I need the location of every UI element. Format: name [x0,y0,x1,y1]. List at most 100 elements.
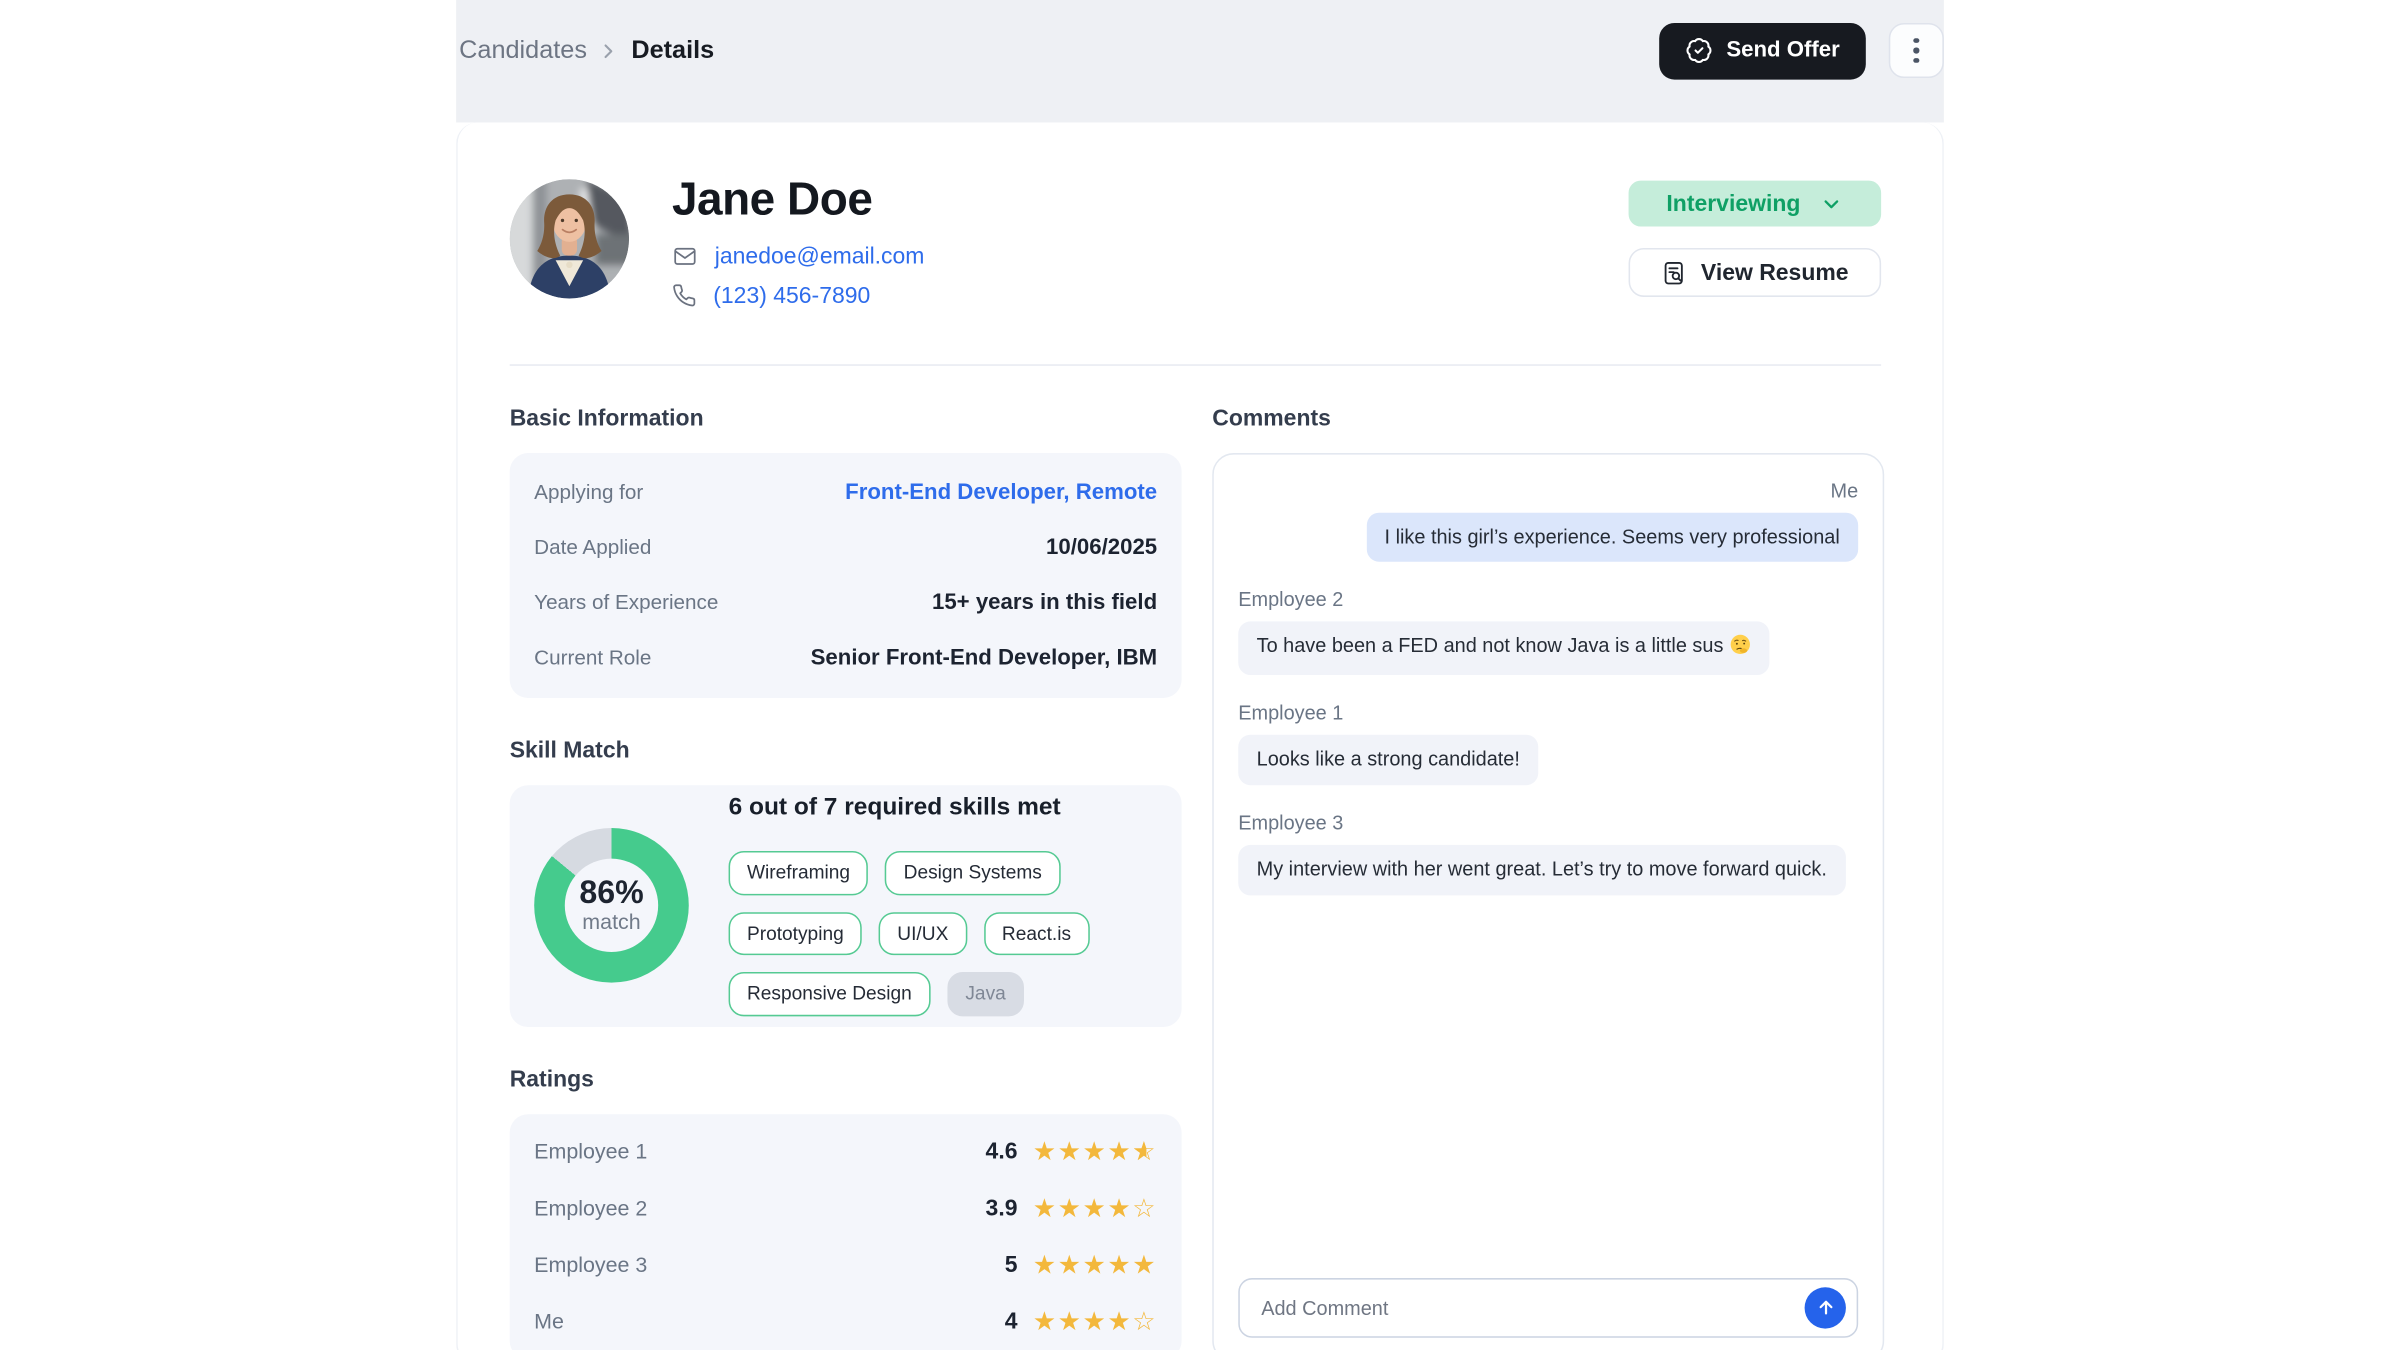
star-full-icon: ★ [1033,1250,1058,1279]
basic-info-panel: Applying for Front-End Developer, Remote… [510,452,1182,697]
rating-rater: Employee 3 [534,1252,959,1276]
skill-chip: Responsive Design [729,972,931,1015]
view-resume-button[interactable]: View Resume [1629,248,1882,297]
rating-rater: Me [534,1309,959,1333]
star-empty-icon: ☆ [1132,1193,1157,1222]
breadcrumb: Candidates Details [456,36,714,65]
comment-bubble: I like this girl’s experience. Seems ver… [1366,512,1858,562]
profile-actions: Interviewing View Resume [1629,181,1882,297]
basic-info-title: Basic Information [510,405,1182,431]
ratings-rows: Employee 14.6★★★★☆★Employee 23.9★★★★☆Emp… [510,1114,1182,1350]
candidate-card: Jane Doe janedoe@email.com (123) 456-789… [456,122,1944,1350]
comment-bubble: My interview with her went great. Let’s … [1238,845,1845,895]
candidate-name: Jane Doe [672,176,925,224]
info-row: Years of Experience 15+ years in this fi… [534,590,1157,614]
skill-chip: Prototyping [729,912,863,955]
star-half-icon: ☆★ [1132,1138,1157,1164]
skill-chip: Wireframing [729,852,869,895]
topbar-actions: Send Offer [1659,22,1944,79]
rating-stars: ★★★★☆★ [1033,1138,1157,1164]
status-label: Interviewing [1666,191,1800,217]
info-value: Senior Front-End Developer, IBM [811,645,1158,669]
star-full-icon: ★ [1107,1250,1132,1279]
detail-columns: Basic Information Applying for Front-End… [510,365,1881,1350]
rating-row: Employee 35★★★★★ [534,1251,1157,1277]
info-label: Current Role [534,646,651,669]
candidate-phone-link[interactable]: (123) 456-7890 [713,282,870,308]
left-column: Basic Information Applying for Front-End… [510,365,1182,1350]
kebab-dot [1914,48,1919,53]
comment-item: Employee 2 To have been a FED and not kno… [1238,588,1858,675]
info-label: Date Applied [534,536,651,559]
status-dropdown[interactable]: Interviewing [1629,181,1882,227]
match-percent: 86% [579,876,643,908]
star-full-icon: ★ [1033,1306,1058,1335]
submit-comment-button[interactable] [1805,1286,1846,1327]
app-column: Candidates Details Send Offer [456,0,1944,1350]
send-offer-button[interactable]: Send Offer [1659,22,1866,79]
star-full-icon: ★ [1132,1250,1157,1279]
rating-stars: ★★★★★ [1033,1251,1157,1277]
rating-stars: ★★★★☆ [1033,1195,1157,1221]
add-comment-input[interactable] [1258,1294,1804,1320]
view-resume-label: View Resume [1701,259,1849,285]
comment-author: Employee 2 [1238,588,1343,611]
kebab-dot [1914,38,1919,43]
badge-check-icon [1685,37,1713,65]
arrow-up-icon [1815,1296,1836,1317]
star-full-icon: ★ [1058,1193,1083,1222]
star-full-icon: ★ [1107,1193,1132,1222]
breadcrumb-candidates[interactable]: Candidates [459,36,587,65]
rating-value: 4.6 [959,1138,1017,1164]
candidate-email-link[interactable]: janedoe@email.com [715,243,925,269]
candidate-avatar [510,179,629,298]
match-label: match [582,909,640,935]
skill-chip: UI/UX [879,912,967,955]
email-row: janedoe@email.com [672,243,925,269]
profile-header: Jane Doe janedoe@email.com (123) 456-789… [510,122,1881,365]
breadcrumb-chevron-icon [598,39,621,62]
star-full-icon: ★ [1033,1193,1058,1222]
skill-chip: React.is [984,912,1090,955]
rating-stars: ★★★★☆ [1033,1308,1157,1334]
comment-item: Employee 1Looks like a strong candidate! [1238,701,1858,785]
skill-match-panel: 86% match 6 out of 7 required skills met… [510,784,1182,1026]
star-full-icon: ★ [1058,1250,1083,1279]
rating-rater: Employee 1 [534,1139,959,1163]
star-full-icon: ★ [1058,1306,1083,1335]
send-offer-label: Send Offer [1726,38,1839,62]
rating-value: 3.9 [959,1195,1017,1221]
comment-thread: Me I like this girl’s experience. Seems v… [1238,478,1858,921]
rating-row: Employee 23.9★★★★☆ [534,1195,1157,1221]
star-full-icon: ★ [1083,1136,1108,1165]
thinking-face-emoji [1730,634,1751,663]
star-full-icon: ★ [1033,1136,1058,1165]
star-full-icon: ★ [1107,1306,1132,1335]
info-row: Applying for Front-End Developer, Remote [534,480,1157,504]
topbar: Candidates Details Send Offer [456,0,1944,122]
more-options-button[interactable] [1889,23,1944,78]
skill-match-donut: 86% match [534,828,689,983]
file-search-icon [1661,259,1687,285]
skills-met-headline: 6 out of 7 required skills met [729,795,1158,823]
star-full-icon: ★ [1058,1136,1083,1165]
applying-for-link[interactable]: Front-End Developer, Remote [845,480,1157,504]
info-value: 15+ years in this field [932,590,1157,614]
skill-chip-missing: Java [947,972,1024,1015]
comment-bubble: To have been a FED and not know Java is … [1238,622,1769,675]
donut-center: 86% match [565,859,658,952]
rating-row: Employee 14.6★★★★☆★ [534,1138,1157,1164]
star-full-icon: ★ [1107,1136,1132,1165]
comment-item: Employee 3My interview with her went gre… [1238,811,1858,895]
phone-icon [672,283,696,307]
comment-author: Employee 1 [1238,701,1343,724]
comment-author: Me [1831,478,1859,501]
chevron-down-icon [1820,192,1843,215]
info-value: 10/06/2025 [1046,535,1157,559]
skill-summary: 6 out of 7 required skills met Wireframi… [729,795,1158,1016]
info-label: Applying for [534,481,643,504]
star-full-icon: ★ [1083,1306,1108,1335]
skill-chip: Design Systems [885,852,1060,895]
right-column: Comments MeI like this girl’s experience… [1212,365,1884,1350]
info-label: Years of Experience [534,591,718,614]
